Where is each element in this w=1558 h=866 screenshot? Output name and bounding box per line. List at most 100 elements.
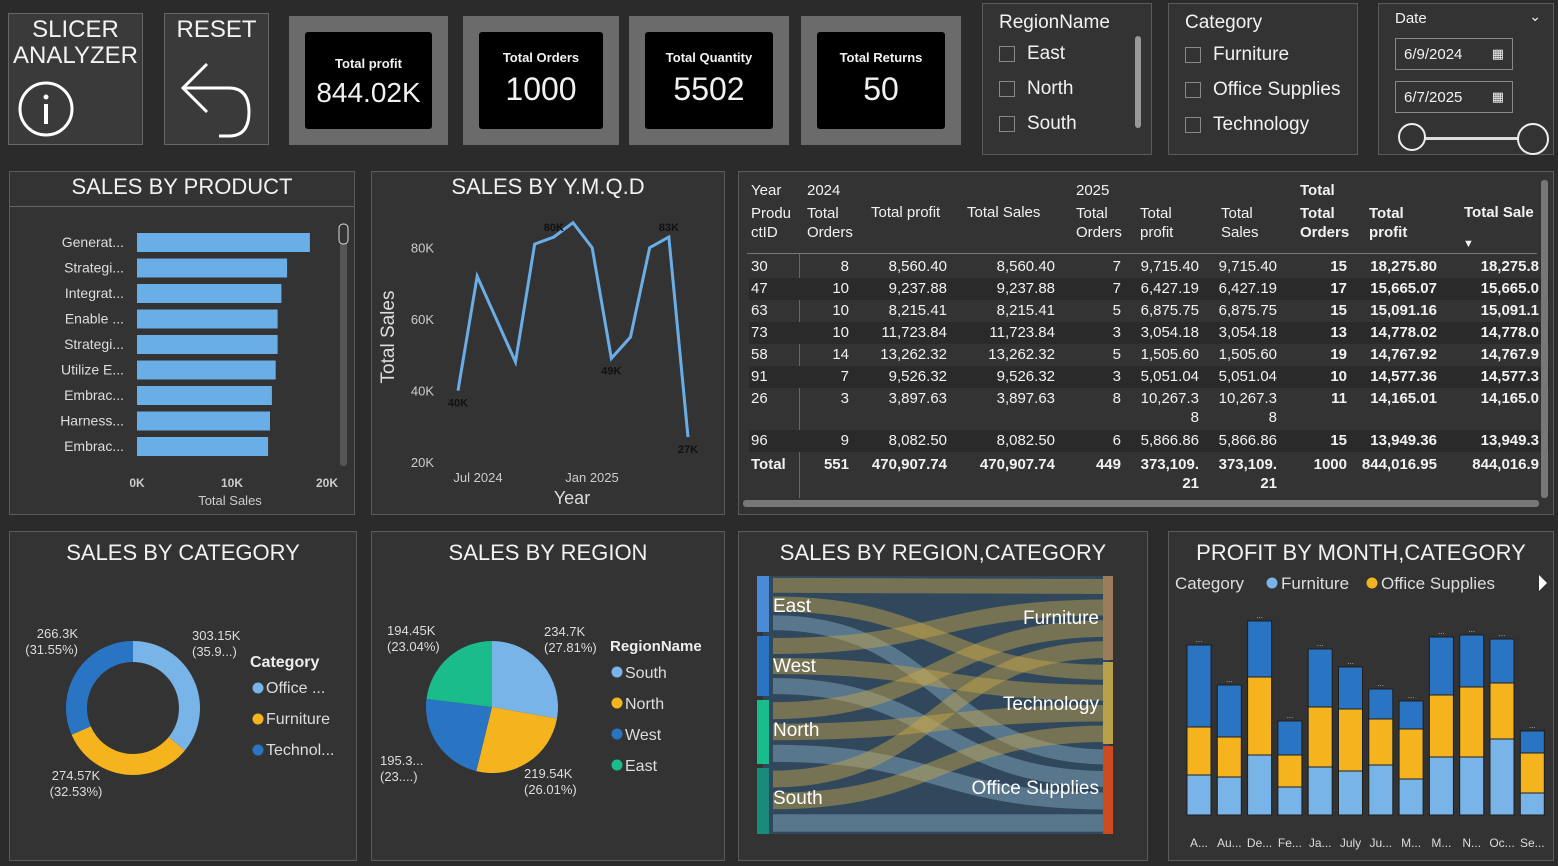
col-header: Total Orders xyxy=(807,205,853,241)
date-range-end-handle[interactable] xyxy=(1517,123,1549,155)
col-header: Total Sales xyxy=(967,204,1041,221)
region-option-south[interactable]: South xyxy=(999,111,1077,137)
table-cell: 13 xyxy=(1330,324,1347,341)
slice-percent-label: (32.53%) xyxy=(50,784,103,799)
stacked-bar-segment xyxy=(1489,738,1515,816)
year-total-header: Total xyxy=(1300,182,1335,199)
scrollbar-track xyxy=(340,224,347,466)
category-label: Integrat... xyxy=(65,285,124,301)
checkbox[interactable] xyxy=(999,46,1015,62)
category-option-office-supplies[interactable]: Office Supplies xyxy=(1185,77,1340,103)
table-cell: 6,875.75 xyxy=(1140,302,1199,319)
app-title-line2: ANALYZER xyxy=(13,42,138,69)
region-option-north[interactable]: North xyxy=(999,76,1073,102)
row-header-cell: 30 xyxy=(751,258,768,275)
x-tick-label: 10K xyxy=(221,476,243,490)
stacked-bar-segment xyxy=(1368,764,1394,816)
y-tick-label: 60K xyxy=(411,312,434,327)
stacked-bar-segment xyxy=(1338,770,1363,816)
source-node xyxy=(757,636,769,696)
start-date-value: 6/9/2024 xyxy=(1404,45,1463,63)
bar xyxy=(137,437,269,456)
target-node xyxy=(1103,746,1113,834)
region-slicer-scrollbar[interactable] xyxy=(1135,36,1141,128)
sort-descending-icon[interactable]: ▼ xyxy=(1463,238,1474,250)
region-option-east[interactable]: East xyxy=(999,41,1065,67)
stacked-bar-segment xyxy=(1519,730,1545,754)
stacked-bar-segment xyxy=(1338,666,1363,710)
table-cell: 3 xyxy=(1112,324,1121,341)
kpi-total-profit: Total profit 844.02K xyxy=(289,16,448,145)
calendar-icon[interactable]: ▦ xyxy=(1492,46,1504,62)
date-range-start-handle[interactable] xyxy=(1398,123,1426,151)
y-tick-label: 20K xyxy=(411,455,434,470)
bar xyxy=(137,258,288,278)
data-label: 27K xyxy=(678,444,698,456)
scrollbar-thumb xyxy=(338,223,349,245)
sales-by-category-chart: 303.15K(35.9...) 274.57K(32.53%) 266.3K(31… xyxy=(25,626,334,799)
reset-button[interactable]: RESET xyxy=(164,13,269,145)
sales-by-region-category-chart: East West North South Furniture Technology Off… xyxy=(757,576,1113,834)
row-header-cell: Total xyxy=(751,456,786,473)
year-2024-header: 2024 xyxy=(807,182,841,199)
table-cell: 6,427.19 xyxy=(1140,280,1199,297)
table-row: 58 14 13,262.32 13,262.32 5 1,505.60 1,505.60 1… xyxy=(749,344,1549,366)
table-cell: 844,016.95 xyxy=(1361,456,1437,473)
table-cell: 8,082.50 xyxy=(888,432,947,449)
bar xyxy=(137,360,276,380)
category-slicer-title: Category xyxy=(1185,12,1263,33)
checkbox[interactable] xyxy=(999,81,1015,97)
checkbox[interactable] xyxy=(1185,117,1201,133)
legend-label: South xyxy=(625,665,667,682)
matrix-header: Year Produ ctID 2024 2025 Total Total Or… xyxy=(749,180,1549,255)
table-cell: 8 xyxy=(840,258,849,275)
row-header-cell: 63 xyxy=(751,302,768,319)
col-header: Total Sales xyxy=(1221,205,1259,241)
stacked-bar-segment xyxy=(1368,718,1394,766)
table-cell: 7 xyxy=(1112,258,1121,275)
calendar-icon[interactable]: ▦ xyxy=(1492,89,1504,105)
checkbox[interactable] xyxy=(1185,47,1201,63)
table-cell: 8,560.40 xyxy=(888,258,947,275)
stacked-bar-segment xyxy=(1459,756,1485,816)
stacked-bar-segment xyxy=(1489,638,1515,684)
info-icon[interactable] xyxy=(17,80,75,138)
kpi-total-returns: Total Returns 50 xyxy=(801,16,961,145)
table-cell: 9,715.40 xyxy=(1218,258,1277,275)
bar xyxy=(137,284,282,303)
slicer-analyzer-button[interactable]: SLICER ANALYZER xyxy=(8,13,143,145)
table-cell: 7 xyxy=(840,368,849,385)
source-node xyxy=(757,576,769,632)
option-label: North xyxy=(1027,78,1074,99)
table-cell: 11,723.84 xyxy=(989,324,1055,341)
reset-label: RESET xyxy=(176,16,257,43)
legend-title: Category xyxy=(1175,574,1244,593)
sales-by-region-category-panel: SALES BY REGION,CATEGORY East West North So… xyxy=(738,531,1148,861)
checkbox[interactable] xyxy=(999,116,1015,132)
table-cell: 1000 xyxy=(1313,456,1347,473)
slice-percent-label: (35.9...) xyxy=(192,644,237,659)
bar-total-label: ... xyxy=(1196,635,1203,644)
undo-icon xyxy=(180,62,251,138)
matrix-horizontal-scrollbar[interactable] xyxy=(743,500,1539,507)
source-node xyxy=(757,700,769,764)
start-date-input[interactable]: 6/9/2024 ▦ xyxy=(1395,38,1513,70)
category-option-furniture[interactable]: Furniture xyxy=(1185,42,1289,68)
option-label: South xyxy=(1027,113,1077,134)
category-option-technology[interactable]: Technology xyxy=(1185,112,1309,138)
x-tick-label: 20K xyxy=(316,476,338,490)
chevron-down-icon[interactable]: ⌄ xyxy=(1529,8,1541,25)
table-cell: 3 xyxy=(840,390,849,407)
table-cell: 373,109. 21 xyxy=(1218,456,1277,492)
date-slicer: Date ⌄ 6/9/2024 ▦ 6/7/2025 ▦ xyxy=(1378,3,1554,155)
matrix-vertical-scrollbar[interactable] xyxy=(1541,180,1548,498)
kpi-value: 1000 xyxy=(505,71,577,107)
checkbox[interactable] xyxy=(1185,82,1201,98)
table-cell: 8,215.41 xyxy=(888,302,947,319)
end-date-input[interactable]: 6/7/2025 ▦ xyxy=(1395,81,1513,113)
x-tick-label: Oc... xyxy=(1489,836,1514,850)
stacked-bar-segment xyxy=(1216,736,1242,778)
stacked-bar-segment xyxy=(1519,792,1545,816)
kpi-label: Total Orders xyxy=(502,50,580,65)
table-cell: 8,215.41 xyxy=(996,302,1055,319)
